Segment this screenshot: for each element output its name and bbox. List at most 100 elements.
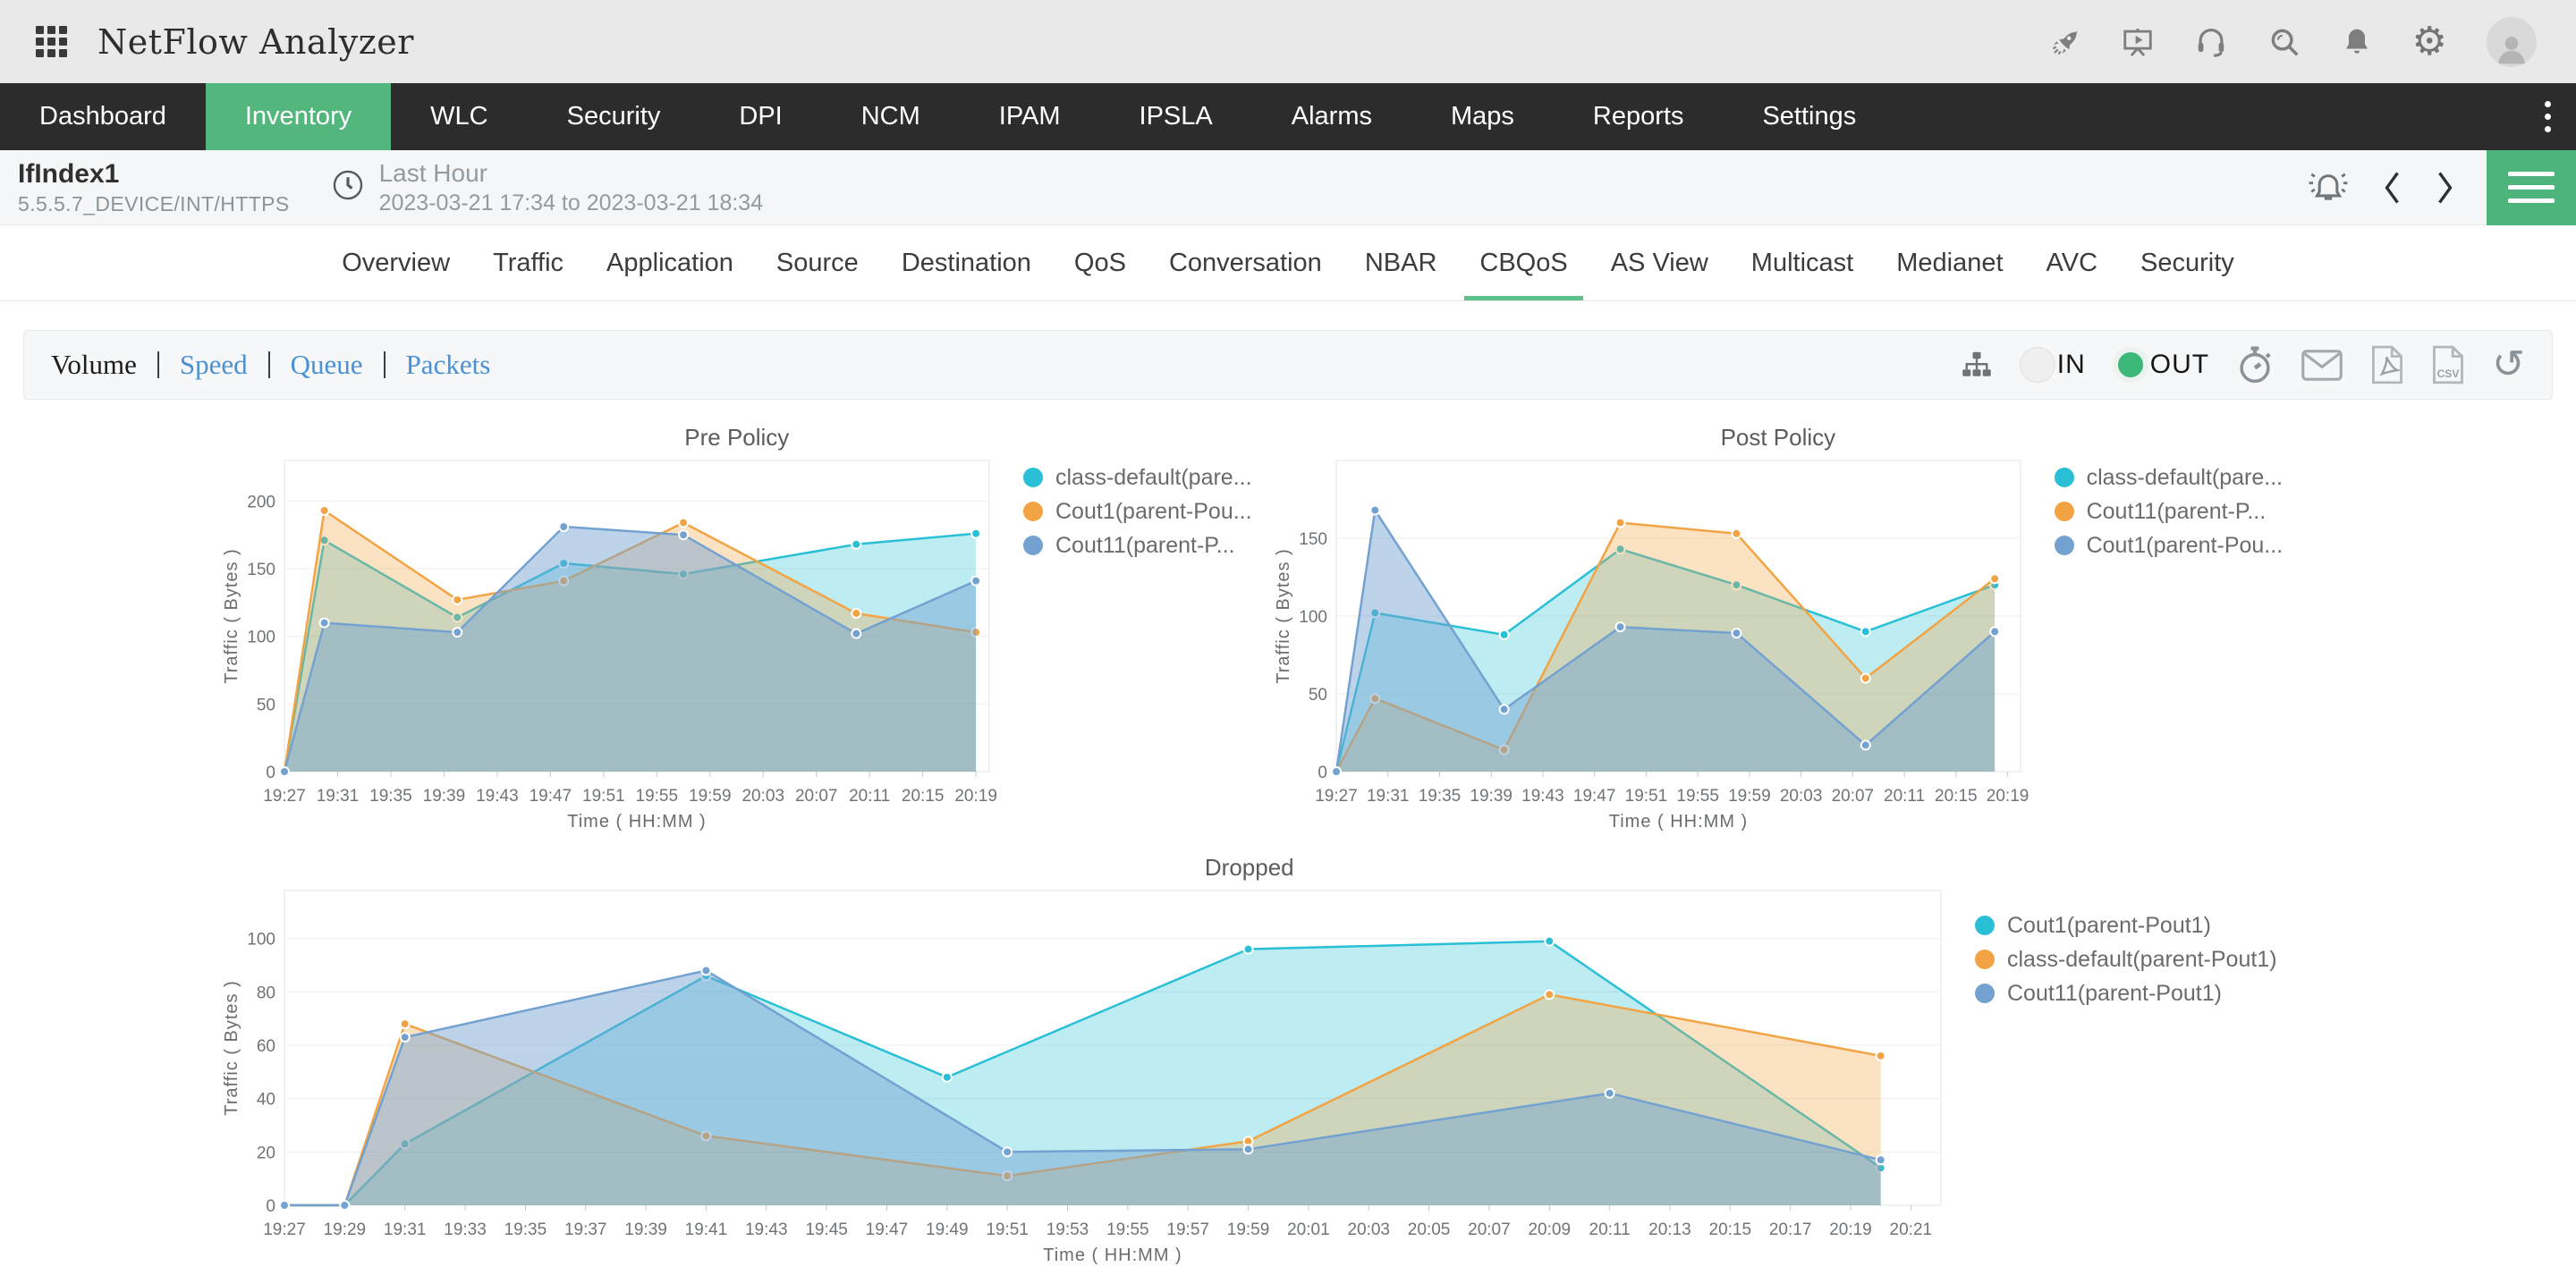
nav-item-dashboard[interactable]: Dashboard xyxy=(0,83,206,150)
in-radio[interactable] xyxy=(2020,347,2055,383)
topology-icon[interactable] xyxy=(1961,349,1993,381)
svg-text:CSV: CSV xyxy=(2437,367,2460,380)
legend-item[interactable]: class-default(pare... xyxy=(2055,460,2284,494)
headset-support-icon[interactable] xyxy=(2194,25,2228,59)
series-color-dot xyxy=(2055,536,2074,555)
interface-menu-button[interactable] xyxy=(2487,150,2576,225)
svg-text:150: 150 xyxy=(1299,530,1327,549)
tab-avc[interactable]: AVC xyxy=(2031,225,2113,300)
nav-item-security[interactable]: Security xyxy=(528,83,700,150)
svg-text:50: 50 xyxy=(257,696,275,714)
tab-source[interactable]: Source xyxy=(761,225,874,300)
time-period[interactable]: Last Hour 2023-03-21 17:34 to 2023-03-21… xyxy=(331,159,764,216)
svg-text:20:03: 20:03 xyxy=(1347,1220,1390,1239)
series-color-dot xyxy=(1023,468,1043,487)
tab-traffic[interactable]: Traffic xyxy=(478,225,579,300)
period-range: 2023-03-21 17:34 to 2023-03-21 18:34 xyxy=(379,190,764,216)
notifications-bell-icon[interactable] xyxy=(2341,26,2373,58)
svg-text:19:35: 19:35 xyxy=(369,787,412,806)
direction-in-option[interactable]: IN xyxy=(2020,347,2086,383)
svg-text:Time ( HH:MM ): Time ( HH:MM ) xyxy=(567,812,706,832)
metric-link-speed[interactable]: Speed xyxy=(180,349,248,381)
svg-text:20:19: 20:19 xyxy=(954,787,997,806)
tab-multicast[interactable]: Multicast xyxy=(1736,225,1868,300)
out-radio[interactable] xyxy=(2113,347,2148,383)
legend-item[interactable]: Cout11(parent-P... xyxy=(1023,528,1252,562)
chart-title: Dropped xyxy=(222,851,2277,883)
nav-more-kebab-icon[interactable] xyxy=(2519,83,2576,150)
tab-overview[interactable]: Overview xyxy=(326,225,465,300)
timer-icon[interactable] xyxy=(2236,344,2274,385)
tab-cbqos[interactable]: CBQoS xyxy=(1464,225,1582,300)
interface-device-path: 5.5.5.7_DEVICE/INT/HTTPS xyxy=(18,192,290,216)
top-app-bar: NetFlow Analyzer ⚙ xyxy=(0,0,2576,83)
presentation-play-icon[interactable] xyxy=(2121,25,2155,59)
tab-application[interactable]: Application xyxy=(591,225,749,300)
tab-conversation[interactable]: Conversation xyxy=(1154,225,1337,300)
nav-item-ipam[interactable]: IPAM xyxy=(960,83,1100,150)
metric-link-queue[interactable]: Queue xyxy=(291,349,363,381)
svg-text:19:53: 19:53 xyxy=(1046,1220,1089,1239)
svg-text:19:51: 19:51 xyxy=(582,787,625,806)
tab-qos[interactable]: QoS xyxy=(1059,225,1141,300)
pdf-export-icon[interactable] xyxy=(2370,344,2404,385)
svg-text:19:47: 19:47 xyxy=(1572,787,1615,806)
nav-item-inventory[interactable]: Inventory xyxy=(206,83,391,150)
tab-nbar[interactable]: NBAR xyxy=(1350,225,1453,300)
report-tabs: Overview Traffic Application Source Dest… xyxy=(0,225,2576,301)
svg-text:19:59: 19:59 xyxy=(689,787,732,806)
svg-text:20:21: 20:21 xyxy=(1890,1220,1933,1239)
svg-text:19:35: 19:35 xyxy=(1418,787,1461,806)
refresh-icon[interactable]: ↺ xyxy=(2492,345,2525,384)
next-interface-chevron-icon[interactable] xyxy=(2434,169,2456,207)
nav-item-ncm[interactable]: NCM xyxy=(822,83,960,150)
legend-item[interactable]: Cout1(parent-Pou... xyxy=(1023,494,1252,528)
pre-policy-chart: Pre Policy 05010015020019:2719:3119:3519… xyxy=(222,421,1252,839)
svg-text:19:43: 19:43 xyxy=(1521,787,1564,806)
user-avatar[interactable] xyxy=(2487,17,2537,67)
separator xyxy=(157,351,159,378)
svg-text:19:43: 19:43 xyxy=(476,787,519,806)
legend-item[interactable]: Cout1(parent-Pout1) xyxy=(1975,908,2277,942)
tab-as-view[interactable]: AS View xyxy=(1596,225,1724,300)
csv-export-icon[interactable]: CSV xyxy=(2431,344,2465,385)
rocket-icon[interactable] xyxy=(2049,26,2081,58)
nav-item-alarms[interactable]: Alarms xyxy=(1252,83,1411,150)
dropped-legend: Cout1(parent-Pout1) class-default(parent… xyxy=(1975,908,2277,1010)
nav-item-settings[interactable]: Settings xyxy=(1723,83,1895,150)
series-color-dot xyxy=(1975,984,1995,1003)
tab-security-report[interactable]: Security xyxy=(2125,225,2250,300)
legend-item[interactable]: Cout1(parent-Pou... xyxy=(2055,528,2284,562)
nav-item-ipsla[interactable]: IPSLA xyxy=(1100,83,1252,150)
metric-link-volume[interactable]: Volume xyxy=(51,349,137,381)
search-icon[interactable] xyxy=(2267,25,2301,59)
legend-item[interactable]: class-default(pare... xyxy=(1023,460,1252,494)
nav-item-maps[interactable]: Maps xyxy=(1411,83,1554,150)
email-icon[interactable] xyxy=(2301,349,2343,382)
nav-item-reports[interactable]: Reports xyxy=(1554,83,1724,150)
metric-link-packets[interactable]: Packets xyxy=(406,349,491,381)
series-label: Cout11(parent-P... xyxy=(1055,533,1235,559)
svg-text:19:27: 19:27 xyxy=(263,1220,306,1239)
post-policy-legend: class-default(pare... Cout11(parent-P...… xyxy=(2055,460,2284,562)
direction-out-option[interactable]: OUT xyxy=(2113,347,2209,383)
charts-area: Pre Policy 05010015020019:2719:3119:3519… xyxy=(0,421,2576,1272)
svg-text:19:55: 19:55 xyxy=(636,787,679,806)
legend-item[interactable]: Cout11(parent-Pout1) xyxy=(1975,976,2277,1010)
out-label: OUT xyxy=(2150,350,2209,380)
settings-gear-icon[interactable]: ⚙ xyxy=(2412,22,2447,62)
nav-item-wlc[interactable]: WLC xyxy=(391,83,527,150)
apps-grid-icon[interactable] xyxy=(36,26,67,57)
svg-text:19:27: 19:27 xyxy=(263,787,306,806)
chart-title: Pre Policy xyxy=(222,421,1252,453)
alert-bell-icon[interactable] xyxy=(2306,168,2351,207)
nav-item-dpi[interactable]: DPI xyxy=(699,83,821,150)
legend-item[interactable]: Cout11(parent-P... xyxy=(2055,494,2284,528)
series-color-dot xyxy=(2055,468,2074,487)
legend-item[interactable]: class-default(parent-Pout1) xyxy=(1975,942,2277,976)
tab-destination[interactable]: Destination xyxy=(886,225,1046,300)
tab-medianet[interactable]: Medianet xyxy=(1881,225,2018,300)
prev-interface-chevron-icon[interactable] xyxy=(2381,169,2403,207)
svg-text:20:19: 20:19 xyxy=(1829,1220,1872,1239)
separator xyxy=(384,351,386,378)
